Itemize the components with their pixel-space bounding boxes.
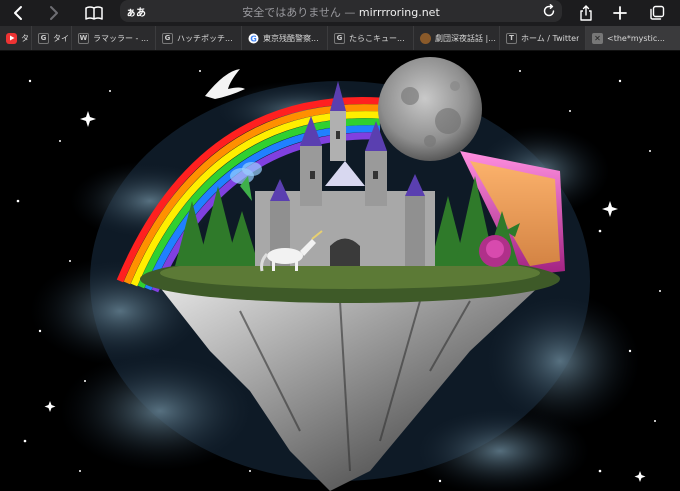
wikipedia-w-icon: W <box>78 32 89 44</box>
mystic-castle-artwork <box>16 57 661 491</box>
security-warning: 安全ではありません — <box>242 6 359 19</box>
url-host: mirrrroring.net <box>358 6 440 19</box>
twitter-t-icon: T <box>506 32 517 44</box>
tab-label: <the*mystic... <box>607 33 665 43</box>
chevron-right-icon <box>50 6 58 20</box>
tab-wikipedia[interactable]: W ラマッラー - ... <box>72 26 156 50</box>
tabs-icon <box>650 5 665 20</box>
new-tab-button[interactable] <box>610 0 630 26</box>
svg-text:G: G <box>250 34 257 43</box>
tab-overview-button[interactable] <box>646 0 668 26</box>
close-icon[interactable]: ✕ <box>592 32 603 44</box>
google-g-icon: G <box>38 32 49 44</box>
reload-button[interactable] <box>542 3 556 22</box>
bookmarks-button[interactable] <box>82 0 106 26</box>
back-button[interactable] <box>8 0 28 26</box>
tab-google-4[interactable]: G たらこキュー... <box>328 26 414 50</box>
site-favicon <box>420 32 431 44</box>
reload-icon <box>543 4 555 17</box>
tab-google-1[interactable]: G タイ <box>32 26 72 50</box>
google-g-icon: G <box>334 32 345 44</box>
tab-bar: タ G タイ W ラマッラー - ... G ハッチポッチ... G 東京残酷警… <box>0 26 680 51</box>
youtube-icon <box>6 32 17 44</box>
share-button[interactable] <box>576 0 596 26</box>
google-g-icon: G <box>162 32 173 44</box>
forward-button[interactable] <box>44 0 64 26</box>
tab-mystic-active[interactable]: ✕ <the*mystic... <box>586 26 680 50</box>
tab-label: ホーム / Twitter <box>521 33 580 43</box>
plus-icon <box>613 6 627 20</box>
share-icon <box>580 5 592 21</box>
tab-youtube[interactable]: タ <box>0 26 32 50</box>
url-display[interactable]: 安全ではありません — mirrrroring.net <box>120 4 562 20</box>
tab-label: たらこキュー... <box>349 33 405 43</box>
tab-label: 東京残酷警察... <box>263 33 319 43</box>
book-icon <box>85 6 103 20</box>
tab-label: タ <box>21 33 29 43</box>
browser-toolbar: ぁあ 安全ではありません — mirrrroring.net <box>0 0 680 26</box>
tab-label: ハッチポッチ... <box>177 33 233 43</box>
google-icon: G <box>248 33 259 44</box>
tab-label: タイ <box>53 33 69 43</box>
web-page <box>0 51 680 491</box>
tab-label: ラマッラー - ... <box>93 33 149 43</box>
tab-google-3[interactable]: G 東京残酷警察... <box>242 26 328 50</box>
tab-google-2[interactable]: G ハッチポッチ... <box>156 26 242 50</box>
tab-site[interactable]: 劇団深夜話話 |... <box>414 26 500 50</box>
address-bar[interactable]: ぁあ 安全ではありません — mirrrroring.net <box>120 0 562 22</box>
tab-label: 劇団深夜話話 |... <box>435 33 496 43</box>
chevron-left-icon <box>14 6 22 20</box>
moon <box>378 57 482 161</box>
tab-twitter[interactable]: T ホーム / Twitter <box>500 26 586 50</box>
